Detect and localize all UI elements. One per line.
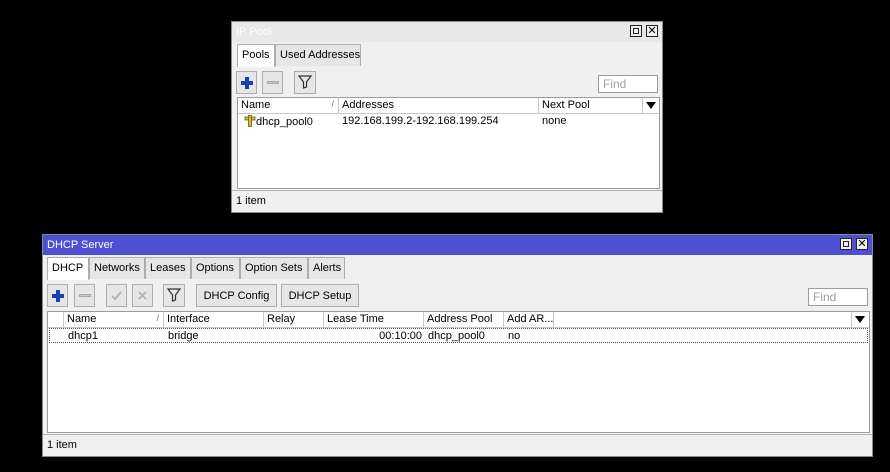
column-chooser[interactable] <box>643 98 659 114</box>
dhcp-setup-button[interactable]: DHCP Setup <box>281 284 359 307</box>
add-button[interactable] <box>47 284 68 307</box>
filter-button[interactable] <box>163 284 185 307</box>
column-header-relay[interactable]: Relay <box>264 312 324 328</box>
pool-icon <box>244 115 256 127</box>
dhcp-server-table: Name / Interface Relay Lease Time Addres… <box>47 311 870 433</box>
status-bar: 1 item <box>232 190 662 211</box>
tab-dhcp[interactable]: DHCP <box>47 257 89 280</box>
disable-button[interactable] <box>132 284 153 307</box>
close-icon[interactable]: ✕ <box>646 25 658 37</box>
column-header-addresses[interactable]: Addresses <box>339 98 539 114</box>
status-bar: 1 item <box>43 434 872 455</box>
enable-button[interactable] <box>106 284 127 307</box>
dropdown-arrow-icon <box>855 316 865 323</box>
cell-name: dhcp_pool0 <box>238 114 339 129</box>
tab-networks[interactable]: Networks <box>89 257 145 279</box>
filter-icon <box>166 288 182 302</box>
sort-icon: / <box>331 99 334 109</box>
dhcp-server-titlebar[interactable]: DHCP Server ✕ <box>43 235 872 255</box>
cell-lease-time: 00:10:00 <box>379 330 422 342</box>
column-header-add-arp[interactable]: Add AR... <box>504 312 554 328</box>
cell-interface: bridge <box>168 330 199 342</box>
filter-button[interactable] <box>294 71 316 94</box>
cell-next-pool: none <box>542 115 567 127</box>
dhcp-server-window: DHCP Server ✕ DHCP Networks Leases Optio… <box>42 234 873 457</box>
column-header-blank <box>48 312 64 328</box>
item-count: 1 item <box>236 195 266 207</box>
column-header-name[interactable]: Name / <box>238 98 339 114</box>
tab-alerts[interactable]: Alerts <box>308 257 345 279</box>
cell-addresses: 192.168.199.2-192.168.199.254 <box>342 115 499 127</box>
tab-pools[interactable]: Pools <box>237 44 275 67</box>
tab-option-sets[interactable]: Option Sets <box>240 257 308 279</box>
find-input[interactable] <box>598 75 658 93</box>
dropdown-arrow-icon <box>646 102 656 109</box>
column-header-name[interactable]: Name / <box>64 312 164 328</box>
cell-address-pool: dhcp_pool0 <box>428 330 485 342</box>
tab-used-addresses[interactable]: Used Addresses <box>275 44 361 66</box>
column-chooser[interactable] <box>852 312 869 328</box>
dhcp-config-button[interactable]: DHCP Config <box>196 284 277 307</box>
dhcp-server-title: DHCP Server <box>47 239 114 251</box>
column-header-address-pool[interactable]: Address Pool <box>424 312 504 328</box>
x-icon <box>138 291 147 300</box>
table-row[interactable]: dhcp1 bridge 00:10:00 dhcp_pool0 no <box>49 328 868 343</box>
column-header-next-pool[interactable]: Next Pool <box>539 98 643 114</box>
close-icon[interactable]: ✕ <box>856 238 868 250</box>
column-header-interface[interactable]: Interface <box>164 312 264 328</box>
ip-pool-toolbar <box>232 71 662 95</box>
cell-name: dhcp1 <box>68 330 98 342</box>
ip-pool-window: IP Pool ✕ Pools Used Addresses Name / Ad… <box>231 21 663 213</box>
tab-leases[interactable]: Leases <box>145 257 191 279</box>
cell-add-arp: no <box>508 330 521 342</box>
sort-icon: / <box>156 313 159 323</box>
ip-pool-table: Name / Addresses Next Pool dhcp_pool0 19… <box>237 97 660 189</box>
add-button[interactable] <box>236 71 257 94</box>
tab-options[interactable]: Options <box>191 257 240 279</box>
ip-pool-titlebar[interactable]: IP Pool ✕ <box>232 22 662 42</box>
remove-button[interactable] <box>262 71 283 94</box>
maximize-icon[interactable] <box>630 25 642 37</box>
item-count: 1 item <box>47 439 77 451</box>
column-header-filler <box>554 312 852 328</box>
dhcp-server-toolbar: DHCP Config DHCP Setup <box>43 284 872 308</box>
table-row[interactable]: dhcp_pool0 192.168.199.2-192.168.199.254… <box>238 114 659 129</box>
remove-button[interactable] <box>74 284 95 307</box>
maximize-icon[interactable] <box>840 238 852 250</box>
cell-relay <box>265 329 325 344</box>
check-icon <box>111 291 122 301</box>
filter-icon <box>297 75 313 89</box>
ip-pool-title: IP Pool <box>236 26 272 38</box>
find-input[interactable] <box>808 288 868 306</box>
column-header-lease-time[interactable]: Lease Time <box>324 312 424 328</box>
